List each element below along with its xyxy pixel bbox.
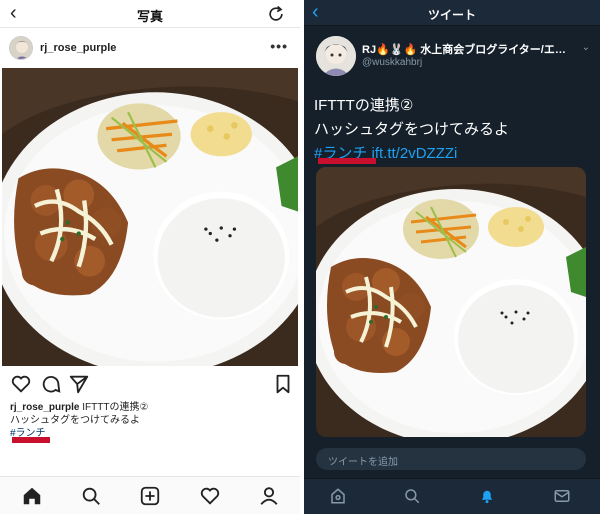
post-header: rj_rose_purple ••• bbox=[0, 28, 300, 68]
twitter-panel: ‹ ツイート RJ🔥🐰🔥 水上商会ブログライター/エ… @wuskkahbrj … bbox=[304, 0, 600, 514]
twitter-tabbar bbox=[304, 478, 600, 514]
tweet-line-1: IFTTTの連携② bbox=[314, 97, 414, 114]
instagram-header: ‹ 写真 bbox=[0, 0, 300, 28]
author-handle[interactable]: @wuskkahbrj bbox=[362, 57, 422, 68]
instagram-panel: ‹ 写真 rj_rose_purple ••• rj_rose_purple I… bbox=[0, 0, 300, 514]
bookmark-icon[interactable] bbox=[272, 373, 294, 395]
reply-input[interactable]: ツイートを追加 bbox=[316, 448, 586, 470]
activity-icon[interactable] bbox=[199, 485, 221, 507]
post-username[interactable]: rj_rose_purple bbox=[40, 42, 116, 54]
author-name[interactable]: RJ🔥🐰🔥 水上商会ブログライター/エ… bbox=[362, 41, 572, 57]
share-icon[interactable] bbox=[68, 373, 90, 395]
home-icon[interactable] bbox=[21, 485, 43, 507]
more-horizontal-icon[interactable]: ••• bbox=[270, 38, 288, 54]
tweet-photo[interactable] bbox=[316, 167, 586, 437]
page-title: 写真 bbox=[136, 9, 163, 24]
search-icon[interactable] bbox=[403, 487, 421, 505]
post-caption: rj_rose_purple IFTTTの連携② ハッシュタグをつけてみるよ #… bbox=[10, 401, 295, 440]
tweet-line-2: ハッシュタグをつけてみるよ bbox=[314, 121, 510, 138]
caption-line-2: ハッシュタグをつけてみるよ bbox=[10, 415, 140, 426]
add-post-icon[interactable] bbox=[139, 485, 161, 507]
page-title: ツイート bbox=[427, 8, 476, 22]
caption-line-1: IFTTTの連携② bbox=[82, 402, 149, 413]
post-actions bbox=[0, 370, 300, 398]
twitter-header: ‹ ツイート bbox=[304, 0, 600, 26]
hashtag-highlight bbox=[12, 437, 50, 443]
refresh-icon[interactable] bbox=[266, 4, 286, 24]
tweet-text: IFTTTの連携② ハッシュタグをつけてみるよ #ランチ ift.tt/2vDZ… bbox=[314, 94, 594, 166]
hashtag-highlight bbox=[318, 158, 376, 164]
caption-username[interactable]: rj_rose_purple bbox=[10, 402, 79, 413]
post-photo[interactable] bbox=[2, 68, 298, 366]
profile-icon[interactable] bbox=[258, 485, 280, 507]
tweet-link[interactable]: ift.tt/2vDZZZi bbox=[372, 145, 458, 162]
instagram-tabbar bbox=[0, 476, 300, 514]
comment-icon[interactable] bbox=[40, 373, 62, 395]
heart-icon[interactable] bbox=[10, 373, 32, 395]
reply-placeholder: ツイートを追加 bbox=[328, 457, 398, 468]
home-icon[interactable] bbox=[329, 487, 347, 505]
search-icon[interactable] bbox=[80, 485, 102, 507]
messages-icon[interactable] bbox=[553, 487, 571, 505]
notifications-icon[interactable] bbox=[478, 487, 496, 505]
chevron-down-icon[interactable]: ⌄ bbox=[582, 42, 590, 53]
avatar[interactable] bbox=[9, 36, 33, 60]
avatar[interactable] bbox=[316, 36, 356, 76]
